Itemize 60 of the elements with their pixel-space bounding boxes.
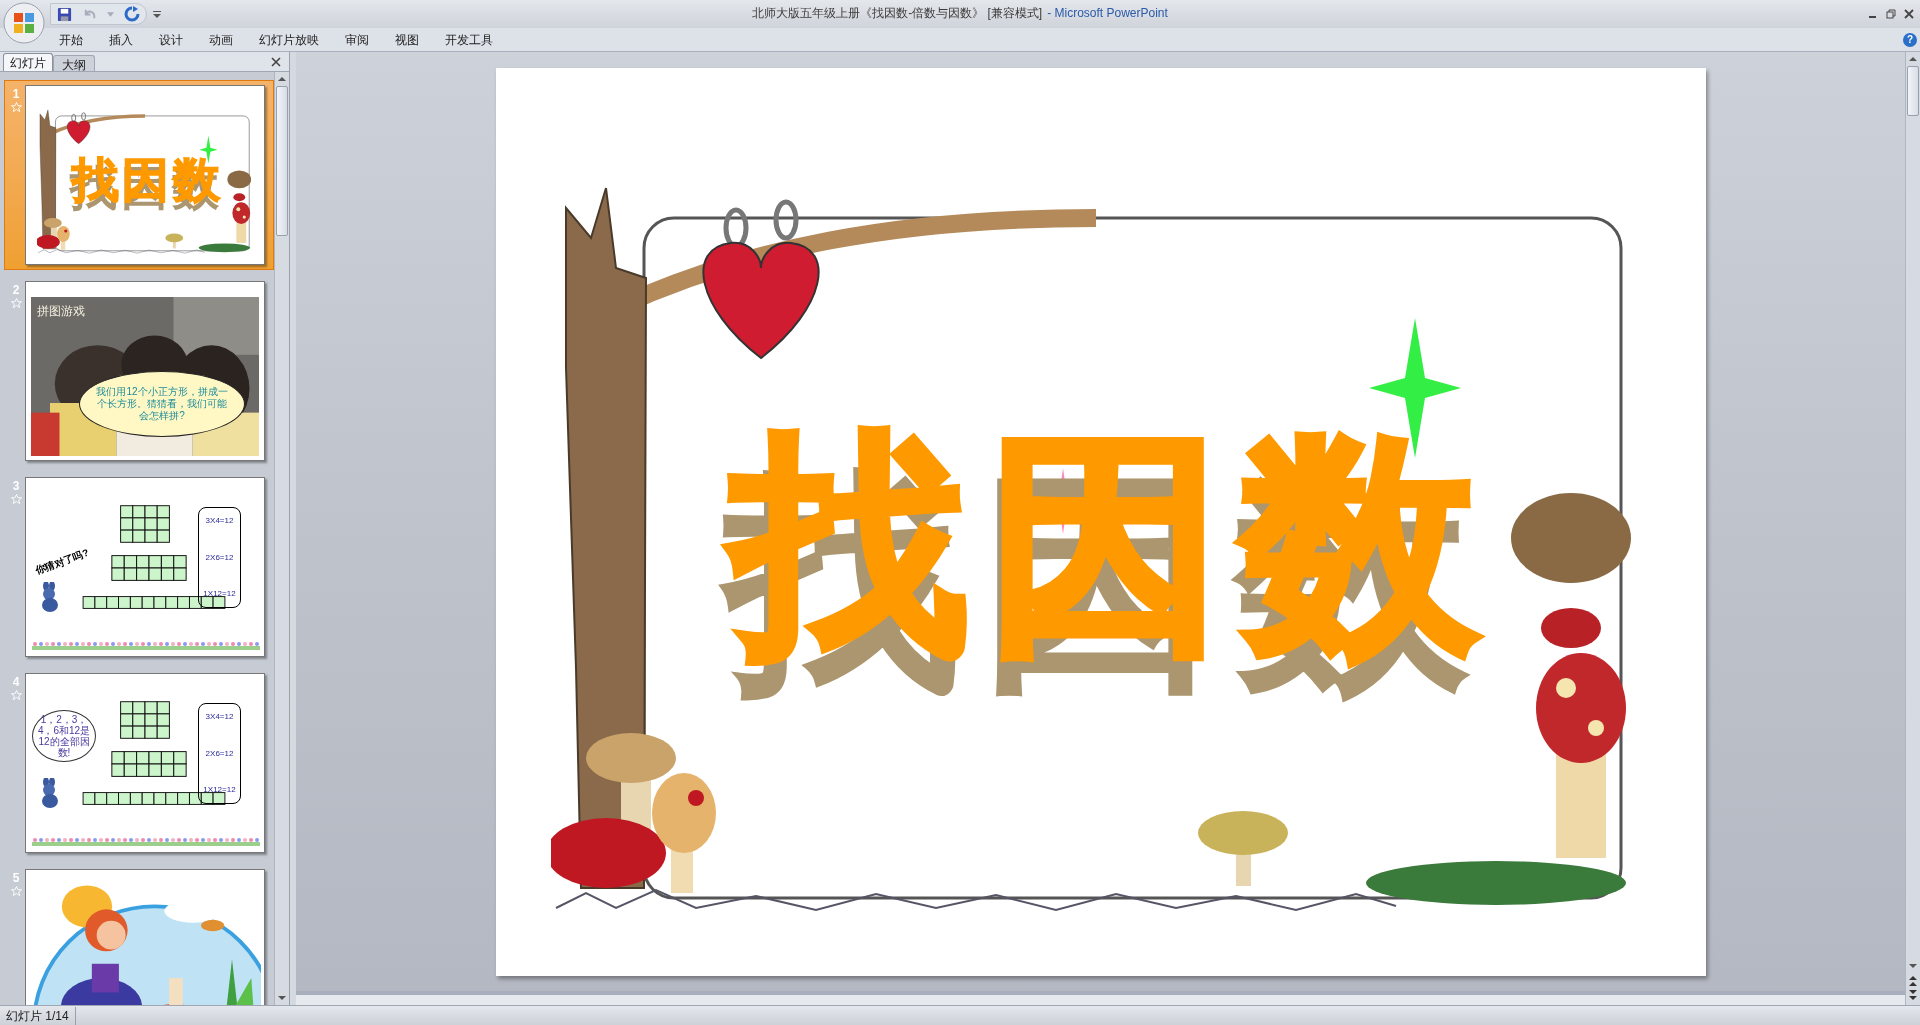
- animation-star-icon: [10, 886, 22, 896]
- thought-bubble: 1，2，3，4，6和12是12的全部因数!: [32, 710, 96, 762]
- slide-number: 3: [12, 480, 20, 492]
- redo-icon[interactable]: [124, 6, 140, 22]
- customize-toolbar-icon[interactable]: [153, 10, 161, 18]
- scrollbar[interactable]: [1905, 52, 1920, 1005]
- ribbon-tab[interactable]: 设计: [146, 28, 196, 51]
- slide-number: 1: [12, 88, 20, 100]
- pane-tab[interactable]: 大纲: [53, 55, 95, 71]
- ribbon-tab[interactable]: 插入: [96, 28, 146, 51]
- ribbon-tab[interactable]: 审阅: [332, 28, 382, 51]
- slide-heading: 拼图游戏: [37, 303, 85, 320]
- grid-drawing: [120, 701, 170, 739]
- equation-text: 3X4=12: [205, 713, 234, 721]
- scroll-up-icon[interactable]: [277, 75, 287, 83]
- animation-star-icon: [10, 102, 22, 112]
- window-title: 北师大版五年级上册《找因数-倍数与因数》 [兼容模式]: [752, 6, 1043, 20]
- animation-star-icon: [10, 494, 22, 504]
- caret-icon: [107, 11, 114, 17]
- slide-thumbnail[interactable]: 3X4=12 2X6=12 1X12=12 你猜对了吗?: [25, 477, 265, 657]
- save-icon[interactable]: [57, 6, 72, 22]
- ribbon-tab[interactable]: 开发工具: [432, 28, 506, 51]
- close-pane-icon[interactable]: [271, 57, 281, 67]
- slide-number: 4: [12, 676, 20, 688]
- animation-star-icon: [10, 298, 22, 308]
- ribbon-tab[interactable]: 动画: [196, 28, 246, 51]
- slide-thumbnail-item[interactable]: 4 3X4=12 2X6=12 1X12=12 1，2，3，4，6和12是12的全部因数!: [4, 668, 274, 858]
- equation-text: 1X12=12: [203, 786, 236, 794]
- ribbon-tab[interactable]: 幻灯片放映: [246, 28, 332, 51]
- scroll-down-icon[interactable]: [277, 994, 287, 1002]
- scroll-down-icon[interactable]: [1908, 962, 1918, 970]
- slide-indicator: 幻灯片 1/14: [0, 1006, 76, 1025]
- ribbon-tab[interactable]: 视图: [382, 28, 432, 51]
- slide-thumbnail[interactable]: 3X4=12 2X6=12 1X12=12 1，2，3，4，6和12是12的全部因数!: [25, 673, 265, 853]
- equation-text: 2X6=12: [205, 553, 234, 562]
- equation-text: 1X12=12: [203, 590, 236, 598]
- scroll-up-icon[interactable]: [1908, 55, 1918, 63]
- slide-thumbnail[interactable]: 拼图游戏 我们用12个小正方形，拼成一个长方形。猜猜看，我们可能会怎样拼?: [25, 281, 265, 461]
- slide-number: 5: [12, 872, 20, 884]
- previous-slide-icon[interactable]: [1908, 975, 1918, 987]
- slide-title: 找因数: [709, 397, 1522, 735]
- next-slide-icon[interactable]: [1908, 989, 1918, 1001]
- slide-thumbnail-item[interactable]: 2 拼图游戏 我们用12个小正方形，拼成一个长方形。猜猜看，我们可能会怎样拼?: [4, 276, 274, 466]
- scroll-thumb[interactable]: [1907, 66, 1919, 116]
- pane-tab[interactable]: 幻灯片: [3, 53, 53, 71]
- scrollbar[interactable]: [274, 72, 289, 1005]
- scroll-thumb[interactable]: [276, 86, 288, 236]
- close-icon[interactable]: [1904, 9, 1914, 19]
- slide-thumbnail-item[interactable]: 3 3X4=12 2X6=12 1X12=12 你猜对了吗?: [4, 472, 274, 662]
- equation-text: 2X6=12: [205, 749, 234, 758]
- restore-icon[interactable]: [1886, 9, 1896, 19]
- ribbon-tab[interactable]: 开始: [46, 28, 96, 51]
- grid-drawing: [120, 505, 170, 543]
- caption-text: 你猜对了吗?: [33, 545, 91, 579]
- app-name: - Microsoft PowerPoint: [1047, 6, 1168, 20]
- slide-number: 2: [12, 284, 20, 296]
- help-button[interactable]: ?: [1903, 32, 1917, 47]
- equation-text: 3X4=12: [205, 517, 234, 525]
- slide-title: 找因数: [70, 152, 226, 208]
- animation-star-icon: [10, 690, 22, 700]
